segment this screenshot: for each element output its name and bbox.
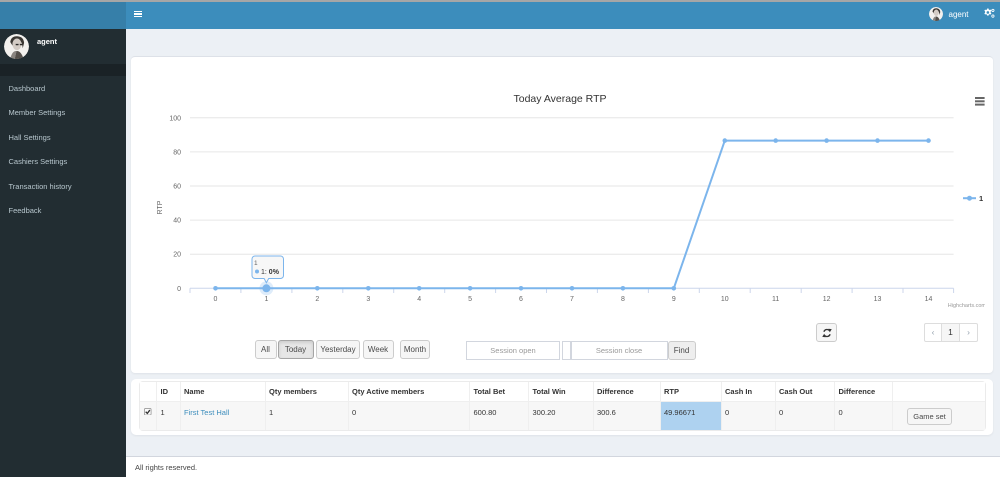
svg-text:20: 20 xyxy=(173,252,181,259)
svg-text:3: 3 xyxy=(366,296,370,303)
svg-text:11: 11 xyxy=(772,296,779,303)
svg-text:Today Average RTP: Today Average RTP xyxy=(513,93,606,105)
svg-text:4: 4 xyxy=(417,296,421,303)
svg-text:60: 60 xyxy=(173,184,181,191)
svg-text:10: 10 xyxy=(721,296,729,303)
svg-text:40: 40 xyxy=(173,218,181,225)
svg-text:14: 14 xyxy=(925,296,933,303)
svg-text:6: 6 xyxy=(519,296,523,303)
svg-text:1: 0%: 1: 0% xyxy=(261,269,280,276)
svg-text:9: 9 xyxy=(672,296,676,303)
svg-text:5: 5 xyxy=(468,296,472,303)
svg-text:100: 100 xyxy=(169,115,181,122)
svg-text:RTP: RTP xyxy=(157,200,164,214)
svg-text:8: 8 xyxy=(621,296,625,303)
svg-text:Highcharts.com: Highcharts.com xyxy=(948,303,985,309)
svg-text:13: 13 xyxy=(874,296,882,303)
svg-text:1: 1 xyxy=(979,194,983,203)
svg-text:1: 1 xyxy=(254,260,258,267)
svg-text:0: 0 xyxy=(177,286,181,293)
svg-text:1: 1 xyxy=(264,296,268,303)
svg-text:7: 7 xyxy=(570,296,574,303)
svg-text:0: 0 xyxy=(214,296,218,303)
svg-text:80: 80 xyxy=(173,149,181,156)
svg-text:12: 12 xyxy=(823,296,831,303)
svg-text:2: 2 xyxy=(315,296,319,303)
